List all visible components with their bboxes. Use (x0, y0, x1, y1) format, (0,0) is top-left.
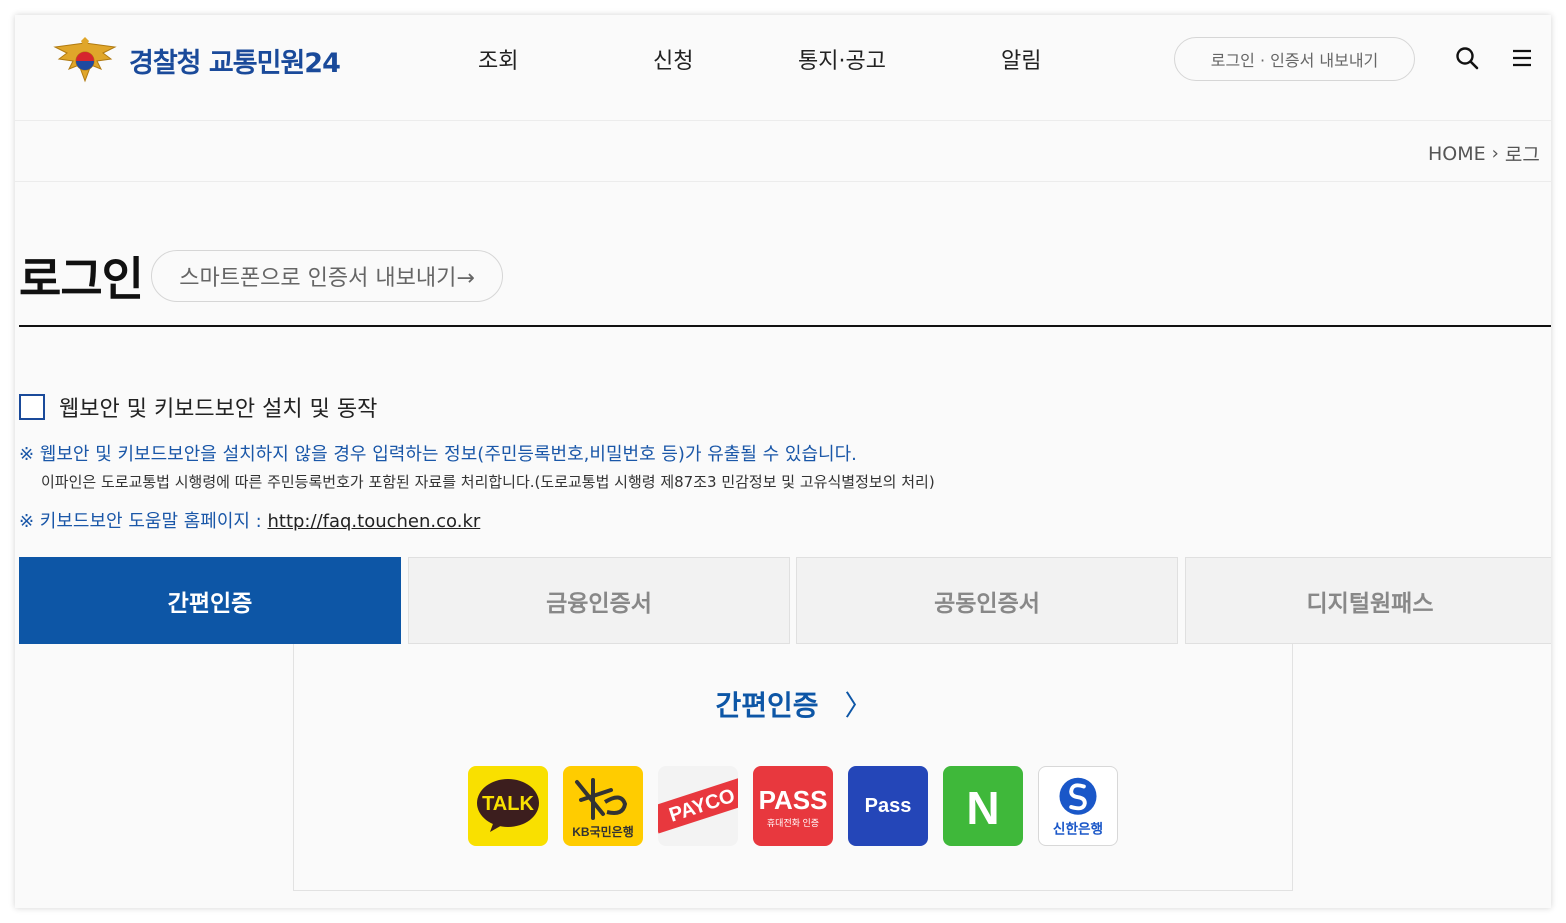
breadcrumb: HOME › 로그 (1428, 140, 1540, 167)
page-frame: 경찰청 교통민원24 조회 신청 통지·공고 알림 로그인 · 인증서 내보내기… (15, 15, 1551, 908)
title-divider (19, 325, 1551, 327)
provider-pass-blue[interactable]: Pass (848, 766, 928, 846)
panel-title[interactable]: 간편인증 〉 (294, 684, 1294, 724)
kb-label: KB국민은행 (572, 824, 634, 839)
payco-icon: PAYCO (658, 775, 738, 834)
tab-financial-cert[interactable]: 금융인증서 (408, 557, 790, 644)
keyboard-help-notice: ※ 키보드보안 도움말 홈페이지 : http://faq.touchen.co… (19, 507, 480, 533)
provider-naver[interactable]: N (943, 766, 1023, 846)
logo-text: 경찰청 교통민원24 (129, 47, 341, 79)
shinhan-bank-icon: 신한은행 (1053, 777, 1103, 836)
breadcrumb-home[interactable]: HOME (1428, 143, 1486, 165)
nav-item-apply[interactable]: 신청 (653, 43, 693, 75)
naver-label: N (966, 782, 999, 834)
chevron-right-icon: 〉 (844, 689, 873, 722)
security-warning: ※ 웹보안 및 키보드보안을 설치하지 않을 경우 입력하는 정보(주민등록번호… (19, 444, 857, 465)
breadcrumb-bar: HOME › 로그 (15, 122, 1551, 182)
panel-title-text: 간편인증 (715, 689, 819, 722)
naver-icon: N (966, 782, 999, 834)
pass-icon: PASS 휴대전화 인증 (759, 785, 828, 828)
smartphone-export-button[interactable]: 스마트폰으로 인증서 내보내기→ (151, 250, 503, 302)
search-icon[interactable] (1454, 45, 1480, 71)
tab-simple-auth[interactable]: 간편인증 (19, 557, 401, 644)
security-checkbox-label[interactable]: 웹보안 및 키보드보안 설치 및 동작 (59, 391, 377, 423)
pass-sub-label: 휴대전화 인증 (767, 818, 819, 828)
provider-payco[interactable]: PAYCO (658, 766, 738, 846)
kakao-talk-icon: TALK (477, 779, 539, 832)
provider-kb[interactable]: KB국민은행 (563, 766, 643, 846)
security-checkbox-row: 웹보안 및 키보드보안 설치 및 동작 (19, 391, 377, 423)
nav-item-notice[interactable]: 통지·공고 (798, 43, 886, 75)
chevron-right-icon: › (1491, 143, 1499, 164)
nav-item-lookup[interactable]: 조회 (478, 43, 518, 75)
provider-pass[interactable]: PASS 휴대전화 인증 (753, 766, 833, 846)
menu-icon[interactable] (1509, 45, 1535, 71)
keyboard-help-link[interactable]: http://faq.touchen.co.kr (267, 511, 480, 532)
kakao-label: TALK (482, 793, 534, 815)
breadcrumb-current: 로그 (1504, 144, 1540, 166)
pass-blue-label: Pass (865, 795, 912, 817)
site-logo[interactable]: 경찰청 교통민원24 (49, 37, 341, 83)
privacy-notice: 이파인은 도로교통법 시행령에 따른 주민등록번호가 포함된 자료를 처리합니다… (41, 473, 935, 491)
security-checkbox[interactable] (19, 394, 45, 420)
site-header: 경찰청 교통민원24 조회 신청 통지·공고 알림 로그인 · 인증서 내보내기 (15, 15, 1551, 121)
shinhan-label: 신한은행 (1053, 821, 1103, 836)
keyboard-help-prefix: ※ 키보드보안 도움말 홈페이지 : (19, 511, 268, 532)
tab-joint-cert[interactable]: 공동인증서 (796, 557, 1178, 644)
tab-digital-onepass[interactable]: 디지털원패스 (1185, 557, 1551, 644)
police-emblem-icon (53, 37, 117, 83)
provider-shinhan[interactable]: 신한은행 (1038, 766, 1118, 846)
login-export-button[interactable]: 로그인 · 인증서 내보내기 (1174, 37, 1415, 81)
kb-bank-icon: KB국민은행 (572, 778, 634, 839)
provider-list: TALK KB국민은행 PAYCO PASS 휴대전화 인증 Pass N 신한… (468, 766, 1118, 846)
nav-item-alarm[interactable]: 알림 (1001, 43, 1041, 75)
pass-blue-icon: Pass (865, 795, 912, 817)
simple-auth-panel: 간편인증 〉 TALK KB국민은행 PAYCO PASS 휴대전화 인증 Pa… (293, 644, 1293, 891)
pass-label: PASS (759, 785, 828, 815)
provider-kakao[interactable]: TALK (468, 766, 548, 846)
page-title: 로그인 (19, 252, 144, 306)
